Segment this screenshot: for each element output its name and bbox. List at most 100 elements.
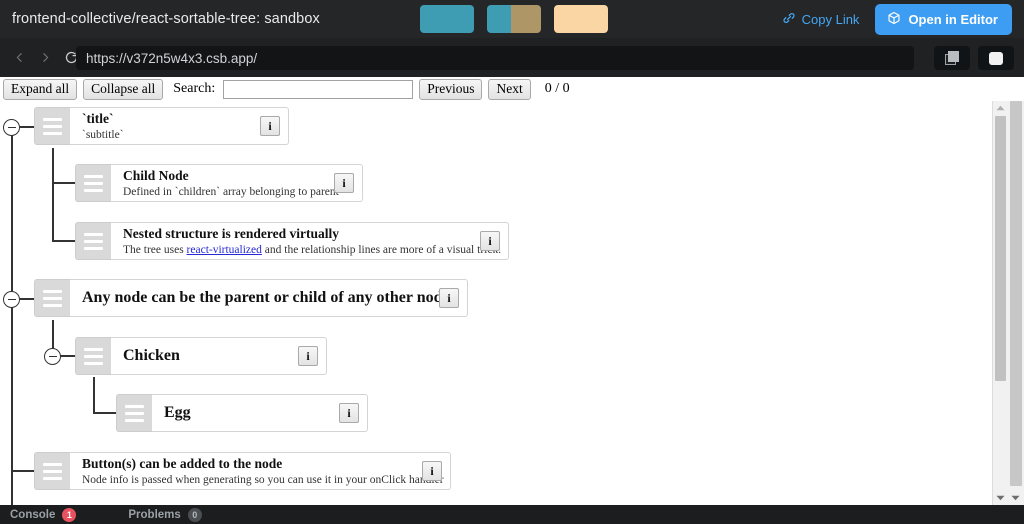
node-info-button[interactable]: i (480, 231, 500, 251)
drag-handle-icon[interactable] (116, 394, 152, 432)
problems-tab[interactable]: Problems 0 (128, 507, 202, 522)
link-icon (782, 11, 796, 28)
tree-node-body: Any node can be the parent or child of a… (70, 279, 468, 317)
tree-line-node1-children (52, 148, 54, 242)
swatch-teal-tan[interactable] (487, 5, 541, 33)
tree-node-title-text: Any node can be the parent or child of a… (82, 289, 450, 306)
tree-node-nested-structure[interactable]: Nested structure is rendered virtually T… (75, 222, 509, 260)
page-title: frontend-collective/react-sortable-tree:… (12, 11, 320, 27)
console-badge: 1 (62, 507, 77, 522)
tree-node-body: `title` `subtitle` i (70, 107, 289, 145)
tree-node-buttons-can-be-added[interactable]: Button(s) can be added to the node Node … (34, 452, 451, 490)
drag-handle-icon[interactable] (75, 222, 111, 260)
tree-pane: `title` `subtitle` i Child Node Defined … (0, 101, 1024, 505)
tree-node-title-text: Nested structure is rendered virtually (123, 225, 339, 241)
node-info-button[interactable]: i (439, 288, 459, 308)
scroll-up-arrow-icon[interactable] (993, 101, 1007, 115)
tree-node-subtitle-text: `subtitle` (82, 128, 124, 141)
tree-canvas: `title` `subtitle` i Child Node Defined … (0, 101, 992, 505)
swatch-teal[interactable] (420, 5, 474, 33)
subtitle-suffix: and the relationship lines are more of a… (261, 243, 502, 256)
tree-node-title-text: Button(s) can be added to the node (82, 455, 283, 471)
node-info-button[interactable]: i (298, 346, 318, 366)
tree-line-chicken-children (93, 377, 95, 413)
search-input[interactable] (223, 79, 414, 99)
tree-node-body: Button(s) can be added to the node Node … (70, 452, 451, 490)
problems-badge: 0 (187, 507, 202, 522)
node-info-button[interactable]: i (260, 116, 280, 136)
url-text: https://v372n5w4x3.csb.app/ (86, 50, 258, 66)
tree-node-title-text: `title` (82, 110, 114, 126)
split-view-button[interactable] (934, 46, 970, 70)
window-titlebar: frontend-collective/react-sortable-tree:… (0, 0, 1024, 38)
tree-line-root-trunk-tail (11, 474, 13, 505)
url-input[interactable]: https://v372n5w4x3.csb.app/ (76, 46, 914, 70)
tree-node-title-text: Child Node (123, 167, 189, 183)
color-swatch-group (420, 5, 608, 33)
node-info-button[interactable]: i (422, 461, 442, 481)
subtitle-prefix: The tree uses (123, 243, 187, 256)
browser-urlbar: https://v372n5w4x3.csb.app/ (0, 38, 1024, 77)
cube-icon (887, 11, 901, 28)
drag-handle-icon[interactable] (34, 452, 70, 490)
tree-node-child-node[interactable]: Child Node Defined in `children` array b… (75, 164, 363, 202)
copy-link-label: Copy Link (801, 11, 860, 27)
tree-node-egg[interactable]: Egg i (116, 394, 368, 432)
collapse-toggle-node-5[interactable] (44, 348, 61, 365)
tree-node-title[interactable]: `title` `subtitle` i (34, 107, 289, 145)
node-info-button[interactable]: i (339, 403, 359, 423)
drag-handle-icon[interactable] (75, 337, 111, 375)
tree-node-title-text: Chicken (123, 347, 180, 364)
tree-node-title-text: Egg (164, 404, 191, 421)
tree-node-text: Nested structure is rendered virtually T… (123, 225, 501, 257)
preview-window-icon (989, 51, 1003, 65)
tree-node-chicken[interactable]: Chicken i (75, 337, 327, 375)
tree-node-text: Any node can be the parent or child of a… (82, 288, 450, 308)
expand-all-button[interactable]: Expand all (3, 78, 78, 100)
drag-handle-icon[interactable] (34, 279, 70, 317)
open-in-editor-label: Open in Editor (908, 11, 998, 27)
tree-node-subtitle-text: The tree uses react-virtualized and the … (123, 243, 501, 257)
tree-toolbar: Expand all Collapse all Search: Previous… (0, 77, 1024, 101)
problems-label: Problems (128, 508, 181, 521)
collapse-toggle-node-1[interactable] (3, 119, 20, 136)
console-label: Console (10, 508, 56, 521)
open-in-editor-button[interactable]: Open in Editor (875, 3, 1012, 35)
tree-node-text: Chicken (123, 346, 180, 366)
tree-node-body: Chicken i (111, 337, 327, 375)
outer-vertical-scrollbar[interactable] (1007, 101, 1024, 505)
tree-node-any-node-parent-child[interactable]: Any node can be the parent or child of a… (34, 279, 468, 317)
tree-node-text: Child Node Defined in `children` array b… (123, 167, 339, 199)
search-label: Search: (173, 81, 216, 96)
swatch-peach[interactable] (554, 5, 608, 33)
forward-button[interactable] (32, 45, 58, 71)
drag-handle-icon[interactable] (75, 164, 111, 202)
inner-vertical-scrollbar[interactable] (992, 101, 1007, 505)
back-button[interactable] (6, 45, 32, 71)
inner-scroll-thumb[interactable] (995, 116, 1006, 381)
status-bar: Console 1 Problems 0 (0, 505, 1024, 524)
copy-link-button[interactable]: Copy Link (782, 11, 860, 28)
split-view-icon (945, 51, 959, 65)
scroll-down-arrow-icon[interactable] (993, 491, 1007, 505)
titlebar-actions: Copy Link Open in Editor (782, 0, 1012, 38)
tree-node-text: Egg (164, 403, 191, 423)
tree-node-subtitle-text: Node info is passed when generating so y… (82, 473, 444, 486)
tree-node-text: Button(s) can be added to the node Node … (82, 455, 444, 487)
outer-scroll-thumb[interactable] (1010, 101, 1022, 486)
drag-handle-icon[interactable] (34, 107, 70, 145)
previous-match-button[interactable]: Previous (419, 78, 483, 100)
scroll-down-arrow-icon[interactable] (1007, 491, 1024, 505)
urlbar-actions (934, 46, 1014, 70)
preview-window-button[interactable] (978, 46, 1014, 70)
console-tab[interactable]: Console 1 (10, 507, 77, 522)
tree-node-body: Egg i (152, 394, 368, 432)
node-info-button[interactable]: i (334, 173, 354, 193)
react-virtualized-link[interactable]: react-virtualized (187, 244, 262, 256)
tree-node-body: Nested structure is rendered virtually T… (111, 222, 509, 260)
tree-node-subtitle-text: Defined in `children` array belonging to… (123, 185, 339, 198)
collapse-toggle-node-4[interactable] (3, 291, 20, 308)
tree-node-text: `title` `subtitle` (82, 111, 124, 142)
next-match-button[interactable]: Next (488, 78, 531, 100)
collapse-all-button[interactable]: Collapse all (83, 78, 164, 100)
